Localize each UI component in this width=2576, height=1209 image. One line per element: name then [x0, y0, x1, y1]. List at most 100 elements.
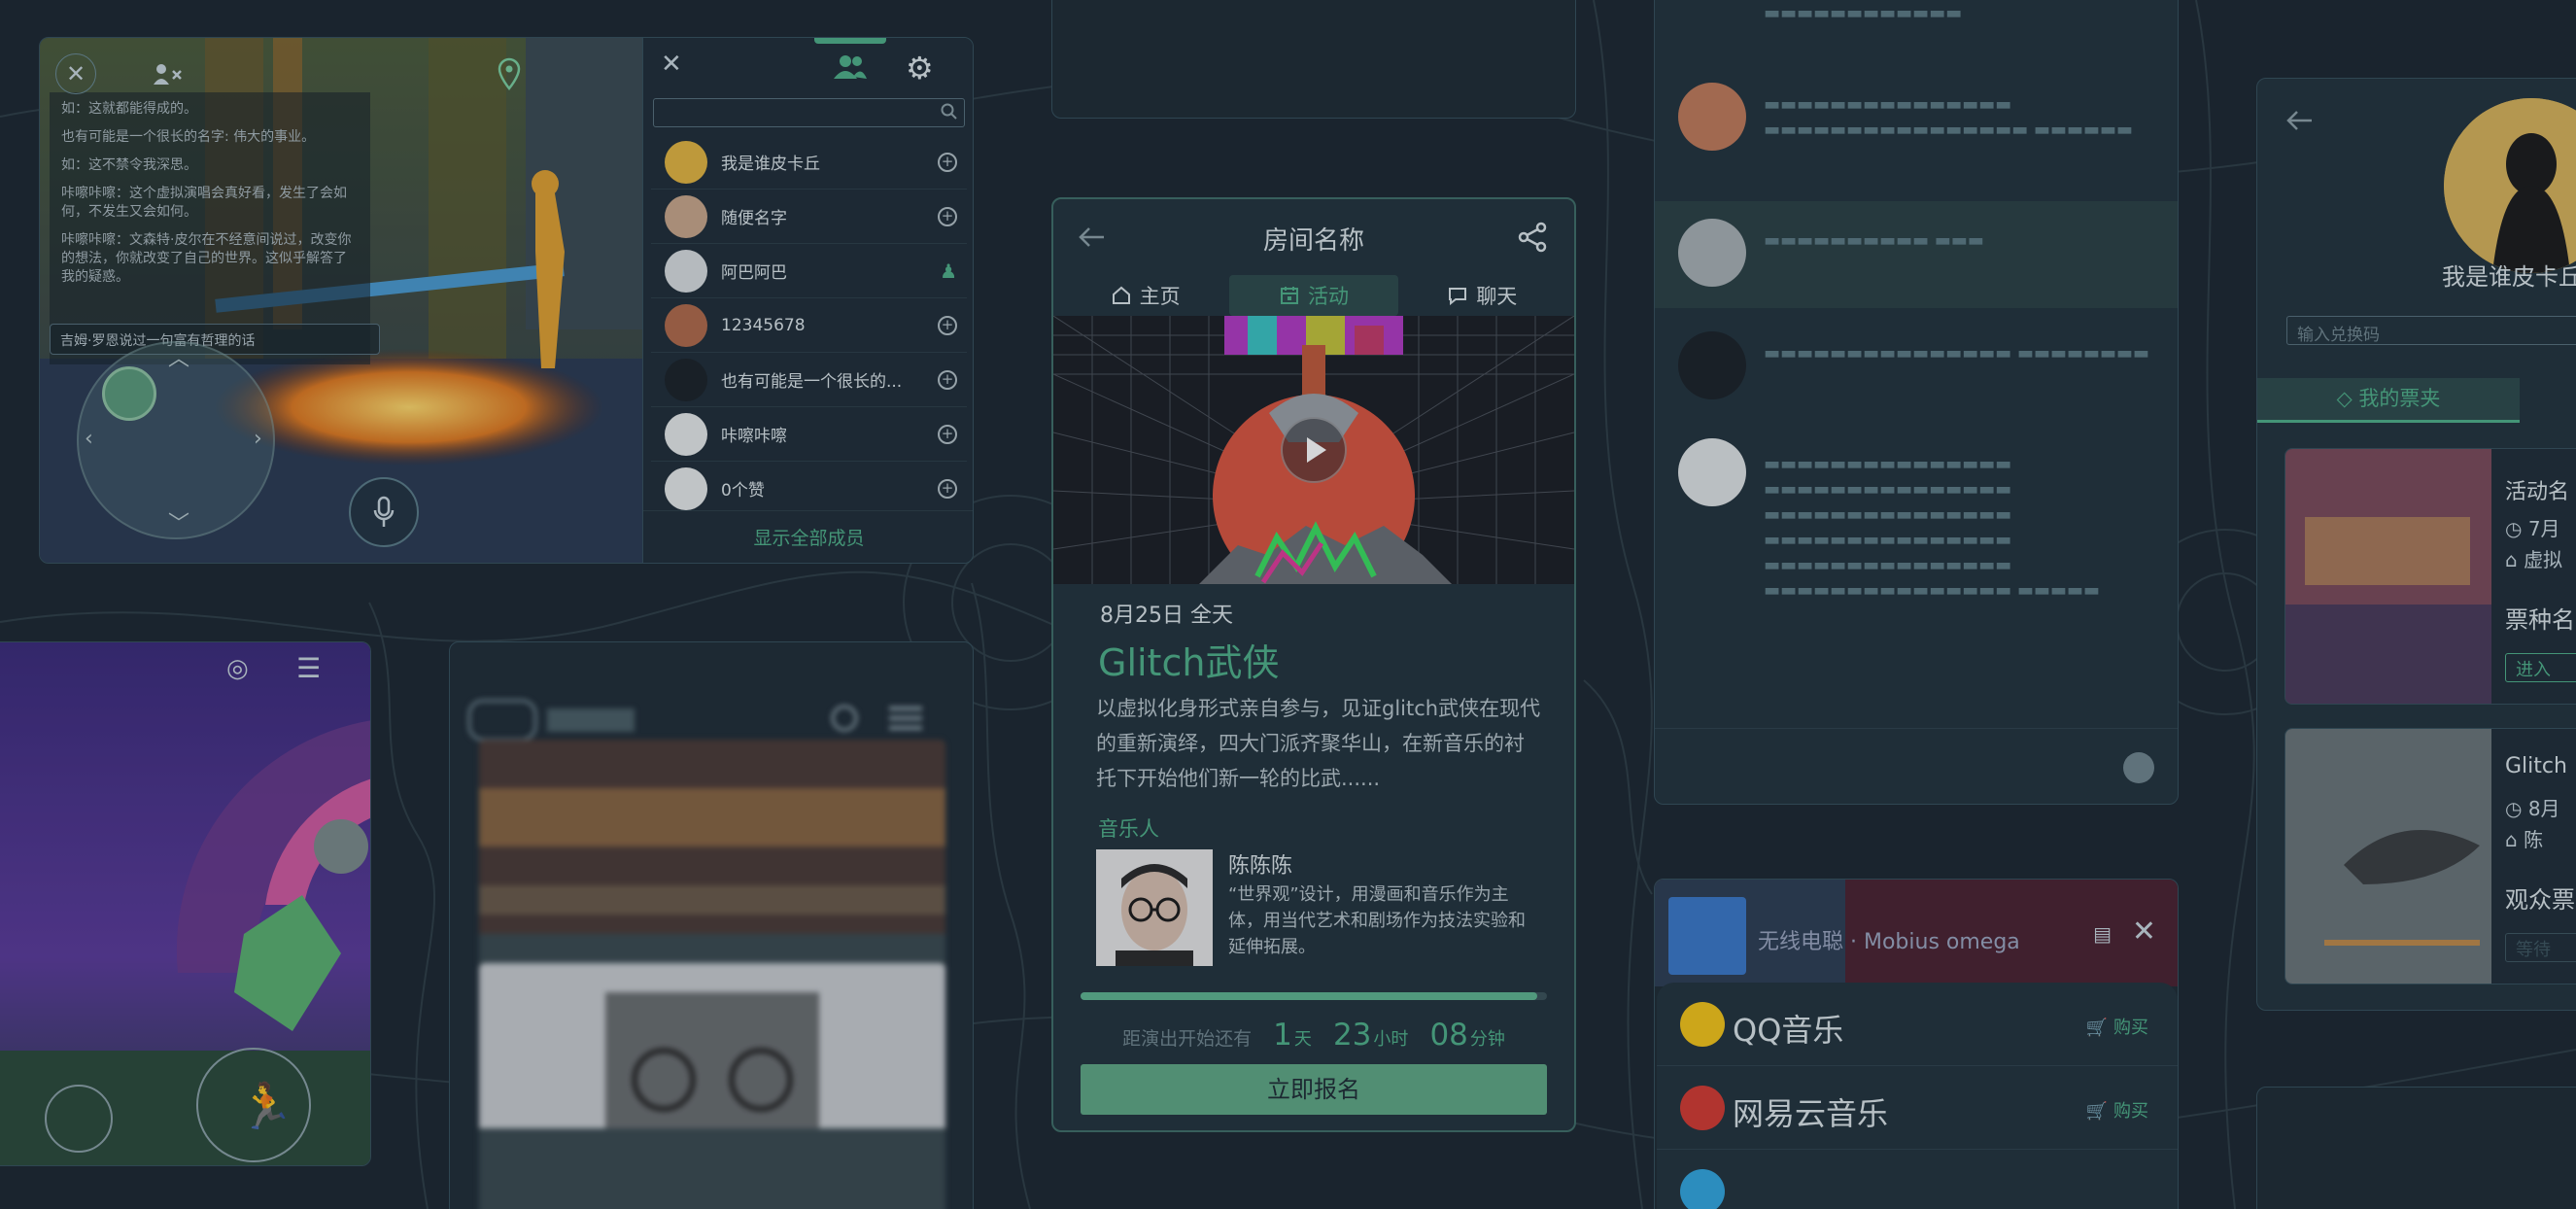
netease-music-logo — [1680, 1086, 1725, 1130]
avatar — [1678, 219, 1746, 287]
music-service-row[interactable] — [1657, 1150, 2178, 1209]
event-poster — [2285, 449, 2491, 704]
add-friend-icon[interactable]: + — [938, 153, 957, 172]
tab-label: 聊天 — [1476, 285, 1518, 308]
add-friend-icon[interactable]: + — [938, 425, 957, 444]
username: 我是谁皮卡丘 — [2442, 263, 2576, 291]
ticket-card[interactable]: Glitch ◷ 8月 ⌂ 陈 观众票 等待 — [2284, 728, 2576, 984]
play-icon — [1307, 437, 1326, 463]
now-playing-bar: 无线电聪 · Mobius omega ▤ ✕ — [1655, 880, 2178, 986]
add-friend-icon[interactable]: + — [938, 316, 957, 335]
ticket-date: ◷ 7月 — [2505, 517, 2560, 540]
members-icon[interactable] — [834, 53, 867, 81]
close-icon[interactable]: ✕ — [661, 50, 682, 79]
chat-input[interactable] — [1655, 728, 2178, 804]
chevron-down-icon: ﹀ — [168, 512, 190, 536]
member-row[interactable]: 我是谁皮卡丘 + — [651, 135, 967, 190]
chat-message: ▬▬▬▬▬▬▬▬▬▬▬▬▬▬▬ ▬▬▬▬▬▬▬▬▬▬▬▬▬▬▬ ▬▬▬▬▬▬▬▬… — [1655, 432, 2178, 705]
member-row[interactable]: 0个赞 + — [651, 462, 967, 516]
home-icon — [1112, 286, 1130, 304]
close-icon[interactable]: ✕ — [55, 53, 96, 94]
avatar — [665, 303, 707, 347]
member-search-input[interactable] — [653, 98, 965, 127]
signup-button[interactable]: 立即报名 — [1081, 1064, 1547, 1115]
tab-home[interactable]: 主页 — [1061, 275, 1229, 316]
redeem-code-input[interactable]: 输入兑换码 — [2286, 316, 2576, 345]
music-service-row[interactable]: 网易云音乐 🛒 购买 — [1657, 1066, 2178, 1150]
chevron-right-icon: › — [254, 427, 262, 451]
member-row[interactable]: 咔嚓咔嚓 + — [651, 407, 967, 462]
member-row[interactable]: 随便名字 + — [651, 190, 967, 244]
gear-icon[interactable]: ⚙ — [906, 50, 934, 86]
movement-joystick[interactable]: ︿ ﹀ ‹ › — [77, 341, 275, 539]
emoji-icon[interactable] — [2123, 752, 2154, 783]
avatar — [1678, 438, 1746, 506]
show-all-members-button[interactable]: 显示全部成员 — [643, 510, 973, 563]
member-name: 也有可能是一个很长的... — [721, 372, 903, 392]
member-row[interactable]: 阿巴阿巴 ♟ — [651, 244, 967, 298]
chat-message: ▬▬▬▬▬▬▬▬▬▬▬▬▬▬▬ ▬▬▬▬▬▬▬▬ — [1655, 312, 2178, 419]
now-playing-title: 无线电聪 · Mobius omega — [1758, 930, 2020, 954]
event-description: 以虚拟化身形式亲自参与，见证glitch武侠在现代的重新演绎，四大门派齐聚华山，… — [1096, 697, 1541, 790]
music-service-logo — [1680, 1169, 1725, 1209]
chat-line: 咔嚓咔嚓：这个虚拟演唱会真好看，发生了会如何，不发生又会如何。 — [61, 186, 347, 220]
event-poster — [2285, 729, 2491, 984]
tab-activity[interactable]: 活动 — [1229, 275, 1398, 316]
tab-my-tickets[interactable]: ◇ 我的票夹 — [2257, 378, 2520, 423]
close-icon[interactable]: ✕ — [2132, 915, 2156, 949]
ticket-venue-text: 陈 — [2524, 828, 2544, 851]
camera-icon[interactable]: ◎ — [226, 654, 249, 683]
add-friend-icon[interactable]: + — [938, 370, 957, 390]
event-detail-panel: 房间名称 主页 活动 聊天 8月25日 全天 Glitch武侠 以虚拟化身形式亲… — [1051, 197, 1576, 1132]
member-row[interactable]: 也有可能是一个很长的... + — [651, 353, 967, 407]
microphone-icon[interactable] — [349, 477, 419, 547]
share-icon[interactable] — [1516, 221, 1549, 254]
run-icon[interactable]: 🏃 — [238, 1080, 293, 1133]
service-name: QQ音乐 — [1733, 1012, 1844, 1049]
member-name: 0个赞 — [721, 481, 765, 501]
musician-name: 陈陈陈 — [1228, 854, 1293, 879]
playlist-icon[interactable]: ▤ — [2093, 922, 2112, 946]
countdown-days: 1 — [1273, 1018, 1292, 1053]
add-friend-icon[interactable]: + — [938, 479, 957, 499]
ticket-date-text: 7月 — [2527, 517, 2560, 540]
chat-message-text: ▬▬▬▬▬▬▬▬▬▬▬▬▬▬▬ ▬▬▬▬▬▬▬▬▬▬▬▬▬▬▬ ▬▬▬▬▬▬▬▬… — [1764, 454, 2100, 601]
kick-user-icon[interactable] — [147, 53, 188, 94]
music-service-row[interactable]: QQ音乐 🛒 购买 — [1657, 983, 2178, 1066]
chat-message-highlighted: ▬▬▬▬▬▬▬▬▬▬ ▬▬▬ — [1655, 201, 2178, 308]
event-tabs: 主页 活动 聊天 — [1053, 275, 1574, 316]
play-button[interactable] — [1281, 417, 1347, 483]
add-friend-icon[interactable]: + — [938, 207, 957, 226]
tab-chat[interactable]: 聊天 — [1398, 275, 1566, 316]
ticket-type: 票种名 — [2505, 606, 2575, 634]
tab-label: 主页 — [1139, 285, 1181, 308]
chat-message-text: ▬▬▬▬▬▬▬▬▬▬ ▬▬▬ — [1764, 230, 1984, 251]
buy-button[interactable]: 🛒 购买 — [2086, 1097, 2148, 1123]
chat-message-text: ▬▬▬▬▬▬▬▬▬▬▬▬▬▬▬ ▬▬▬▬▬▬▬▬▬▬▬▬▬▬▬▬ ▬▬▬▬▬▬ — [1764, 94, 2133, 140]
chat-message-text: ▬▬▬▬▬▬▬▬▬▬▬▬▬▬▬ ▬▬▬▬▬▬▬▬ — [1764, 343, 2149, 363]
ticket-card[interactable]: 活动名 ◷ 7月 ⌂ 虚拟 票种名 进入 — [2284, 448, 2576, 705]
location-pin-icon[interactable] — [489, 53, 530, 94]
member-name: 咔嚓咔嚓 — [721, 427, 787, 446]
chevron-up-icon: ︿ — [168, 347, 190, 371]
music-panel: 无线电聪 · Mobius omega ▤ ✕ QQ音乐 🛒 购买 网易云音乐 … — [1654, 879, 2179, 1209]
member-row[interactable]: 12345678 + — [651, 298, 967, 353]
buy-button[interactable]: 🛒 购买 — [2086, 1014, 2148, 1039]
chat-bubble-icon — [1449, 288, 1467, 306]
active-tab-indicator — [814, 38, 886, 44]
joystick-knob[interactable] — [102, 366, 156, 421]
enter-button[interactable]: 进入 — [2505, 653, 2576, 682]
avatar — [1678, 83, 1746, 151]
chat-line: 如：这不禁令我深思。 — [61, 157, 197, 173]
friend-added-icon[interactable]: ♟ — [940, 259, 957, 283]
event-cover-video[interactable] — [1053, 315, 1574, 597]
back-arrow-icon[interactable] — [2283, 104, 2316, 137]
avatar — [665, 140, 707, 184]
waiting-button[interactable]: 等待 — [2505, 933, 2576, 962]
room-title: 房间名称 — [1262, 226, 1364, 256]
tab-label: 我的票夹 — [2358, 387, 2441, 410]
buy-label: 购买 — [2113, 1018, 2148, 1038]
event-header: 房间名称 — [1053, 199, 1574, 275]
search-icon — [941, 103, 957, 120]
menu-icon[interactable]: ☰ — [296, 652, 321, 684]
